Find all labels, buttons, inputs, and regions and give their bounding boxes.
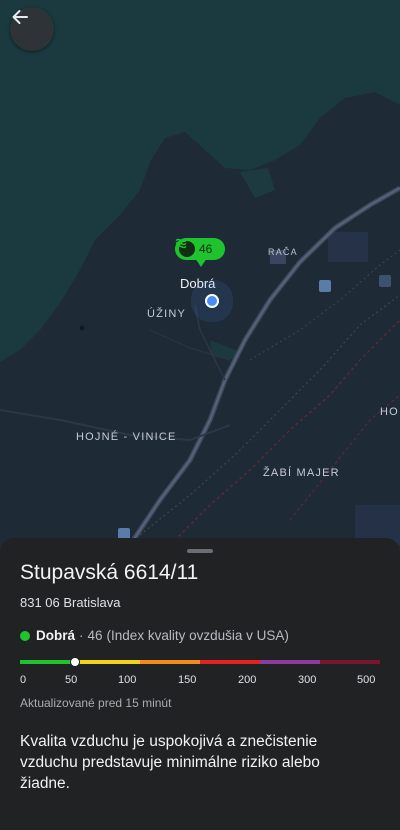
address-title: Stupavská 6614/11: [20, 561, 199, 584]
aqi-status-row: Dobrá · 46 (Index kvality ovzdušia v USA…: [20, 628, 289, 643]
air-quality-pin[interactable]: 46: [175, 238, 225, 260]
status-separator: ·: [79, 628, 84, 643]
status-word: Dobrá: [36, 628, 76, 643]
scale-tick: 500: [357, 674, 376, 686]
status-dot: [20, 630, 30, 641]
map-view[interactable]: ÚŽINY RAČA HOJNÉ - VINICE ŽABÍ MAJER HO …: [0, 0, 400, 545]
map-label-hojne-vinice: HOJNÉ - VINICE: [76, 431, 177, 443]
scale-tick: 200: [238, 674, 257, 686]
aqi-index-name: (Index kvality ovzdušia v USA): [106, 628, 289, 643]
aqi-scale-segment: [200, 660, 260, 664]
address-subtitle: 831 06 Bratislava: [20, 595, 121, 610]
map-label-uziny: ÚŽINY: [147, 308, 186, 320]
map-background: [0, 0, 400, 545]
air-quality-waves-icon: [175, 238, 195, 257]
current-location-dot: [205, 294, 219, 308]
aqi-scale-marker: [70, 657, 81, 667]
aqi-scale-segment: [80, 660, 140, 664]
drag-handle[interactable]: [187, 549, 213, 553]
scale-tick: 100: [118, 674, 137, 686]
aqi-scale-segment: [140, 660, 200, 664]
aqi-scale-bar: [20, 657, 380, 667]
scale-tick: 50: [65, 674, 78, 686]
map-label-edge: HO: [380, 406, 399, 418]
map-label-zabi-majer: ŽABÍ MAJER: [263, 467, 340, 479]
air-quality-description: Kvalita vzduchu je uspokojivá a znečiste…: [20, 733, 320, 792]
map-label-raca: RAČA: [268, 247, 298, 257]
aqi-scale-segment: [320, 660, 380, 664]
scale-tick: 0: [20, 674, 27, 686]
updated-time: Aktualizované pred 15 minút: [20, 696, 172, 710]
scale-tick: 300: [298, 674, 317, 686]
pin-quality-label: Dobrá: [180, 276, 216, 291]
back-button[interactable]: [10, 7, 54, 51]
aqi-scale-segment: [260, 660, 320, 664]
air-quality-pin-value: 46: [199, 242, 213, 256]
aqi-value: 46: [87, 628, 103, 643]
bottom-sheet[interactable]: Stupavská 6614/11 831 06 Bratislava Dobr…: [0, 538, 400, 830]
scale-tick: 150: [178, 674, 197, 686]
pin-tail: [195, 258, 207, 267]
arrow-left-icon: [12, 10, 28, 24]
